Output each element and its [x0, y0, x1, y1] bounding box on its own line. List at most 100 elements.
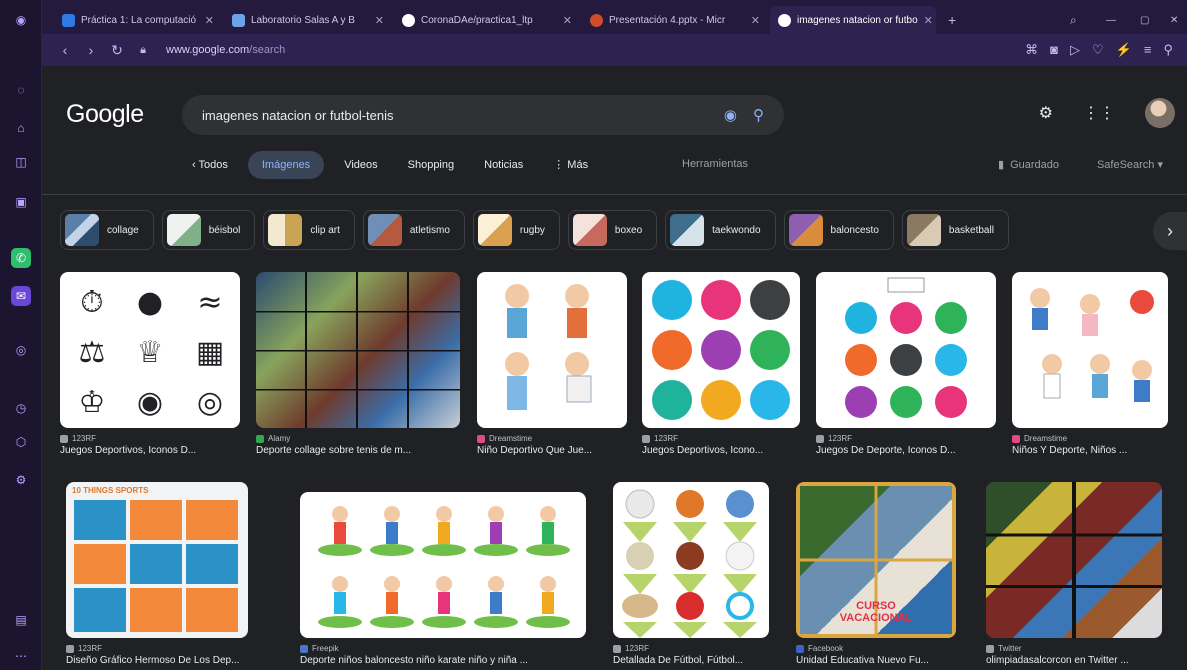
close-icon[interactable]: ✕	[205, 14, 214, 27]
related-chip[interactable]: taekwondo	[665, 210, 776, 250]
tab-images[interactable]: Imágenes	[247, 151, 325, 179]
chip-label: collage	[107, 224, 139, 236]
image-result[interactable]: CURSO VACACIONAL Facebook Unidad Educati…	[796, 482, 956, 666]
search-box[interactable]: imagenes natacion or futbol-tenis ◉ ⚲	[182, 95, 784, 135]
related-chip[interactable]: basketball	[901, 210, 1009, 250]
minimize-icon[interactable]: —	[1098, 6, 1128, 34]
chevron-right-icon[interactable]: ›	[1153, 212, 1187, 250]
more-icon[interactable]: ⋯	[11, 646, 31, 666]
search-input[interactable]: imagenes natacion or futbol-tenis	[202, 108, 394, 123]
image-result[interactable]: Freepik Deporte niños baloncesto niño ka…	[300, 492, 586, 666]
source-label: Alamy	[268, 434, 291, 443]
related-chip[interactable]: rugby	[472, 210, 560, 250]
image-result[interactable]: 123RF Detallada De Fútbol, Fútbol...	[613, 482, 769, 666]
image-result[interactable]: Dreamstime Niño Deportivo Que Jue...	[477, 272, 627, 456]
google-logo[interactable]: Google	[66, 100, 144, 129]
lens-icon[interactable]: ◉	[724, 106, 737, 124]
forward-icon[interactable]: ›	[78, 42, 104, 58]
account-icon[interactable]: ⚲	[1163, 42, 1173, 58]
tab-5-active[interactable]: imagenes natacion or futbo ✕	[770, 6, 936, 34]
tab-1[interactable]: Práctica 1: La computació ✕	[54, 6, 222, 34]
wallet-icon[interactable]: ⚡	[1116, 42, 1132, 58]
related-chip[interactable]: boxeo	[567, 210, 658, 250]
tab-news[interactable]: Noticias	[474, 151, 533, 179]
camera-icon[interactable]: ◙	[1050, 42, 1058, 58]
source-label: Dreamstime	[1024, 434, 1068, 443]
image-result[interactable]: Dreamstime Niños Y Deporte, Niños ...	[1012, 272, 1168, 456]
ext-icon[interactable]: ▣	[11, 192, 31, 212]
play-icon[interactable]: ▷	[1070, 42, 1080, 58]
svg-text:◎: ◎	[197, 385, 223, 420]
result-caption[interactable]: Niños Y Deporte, Niños ...	[1012, 445, 1168, 456]
search-icon[interactable]: ⚲	[753, 106, 764, 124]
crypto-wallet-icon[interactable]: ◫	[11, 152, 31, 172]
settings-icon[interactable]: ⚙	[11, 470, 31, 490]
result-caption[interactable]: Juegos Deportivos, Icono...	[642, 445, 800, 456]
result-caption[interactable]: Juegos De Deporte, Iconos D...	[816, 445, 996, 456]
maximize-icon[interactable]: ▢	[1132, 6, 1162, 34]
tab-all[interactable]: ‹ Todos	[182, 151, 238, 179]
result-caption[interactable]: Deporte collage sobre tenis de m...	[256, 445, 460, 456]
close-icon[interactable]: ✕	[924, 14, 933, 27]
image-result[interactable]: 10 THINGS SPORTS 123RF Diseño Gráfico He…	[66, 482, 248, 666]
result-caption[interactable]: Detallada De Fútbol, Fútbol...	[613, 655, 769, 666]
close-icon[interactable]: ✕	[751, 14, 760, 27]
safesearch-button[interactable]: SafeSearch ▾	[1097, 158, 1163, 171]
search-tabs-icon[interactable]: ⌕	[1062, 6, 1092, 34]
settings-gear-icon[interactable]: ⚙	[1039, 103, 1053, 123]
result-caption[interactable]: Diseño Gráfico Hermoso De Los Dep...	[66, 655, 248, 666]
bag-icon[interactable]: ⌂	[11, 118, 31, 138]
image-result[interactable]: 123RF Juegos De Deporte, Iconos D...	[816, 272, 996, 456]
result-caption[interactable]: olimpiadasalcorcon en Twitter ...	[986, 655, 1162, 666]
tab-3[interactable]: CoronaDAe/practica1_ltp ✕	[394, 6, 580, 34]
player-icon[interactable]: ◎	[11, 340, 31, 360]
related-chip[interactable]: collage	[60, 210, 154, 250]
avatar[interactable]	[1145, 98, 1175, 128]
result-caption[interactable]: Deporte niños baloncesto niño karate niñ…	[300, 655, 586, 666]
whatsapp-icon[interactable]: ✆	[11, 248, 31, 268]
extensions-icon[interactable]: ⬡	[11, 432, 31, 452]
heart-icon[interactable]: ♡	[1092, 42, 1104, 58]
reload-icon[interactable]: ↻	[104, 42, 130, 59]
result-caption[interactable]: Unidad Educativa Nuevo Fu...	[796, 655, 956, 666]
related-chip[interactable]: clip art	[263, 210, 355, 250]
related-chip[interactable]: baloncesto	[783, 210, 894, 250]
source-label: Facebook	[808, 644, 844, 653]
tab-4[interactable]: Presentación 4.pptx - Micr ✕	[582, 6, 768, 34]
back-icon[interactable]: ‹	[52, 42, 78, 58]
related-chip[interactable]: atletismo	[362, 210, 465, 250]
tab-shopping[interactable]: Shopping	[398, 151, 465, 179]
saved-button[interactable]: ▮ Guardado	[998, 158, 1059, 172]
related-chip[interactable]: béisbol	[161, 210, 256, 250]
menu-icon[interactable]: ≡	[1144, 42, 1152, 58]
image-result[interactable]: Twitter olimpiadasalcorcon en Twitter ..…	[986, 482, 1162, 666]
image-result[interactable]: ⏱ ● ≈ ⚖ ♕ ▦ ♔ ◉ ◎ 123RF Juegos Deportivos, Ico…	[60, 272, 240, 456]
speed-dial-icon[interactable]: ◌	[11, 80, 31, 100]
close-icon[interactable]: ✕	[375, 14, 384, 27]
chip-label: rugby	[519, 224, 545, 236]
sport-balls-illustration	[622, 489, 757, 638]
tab-label: CoronaDAe/practica1_ltp	[421, 14, 533, 26]
source-label: Freepik	[312, 644, 339, 653]
tab-videos[interactable]: Videos	[334, 151, 387, 179]
opera-logo-icon[interactable]: ◉	[11, 10, 31, 30]
close-icon[interactable]: ✕	[563, 14, 572, 27]
tools-button[interactable]: Herramientas	[682, 158, 748, 170]
apps-grid-icon[interactable]: ⋮⋮	[1083, 103, 1115, 123]
result-caption[interactable]: Niño Deportivo Que Jue...	[477, 445, 627, 456]
result-caption[interactable]: Juegos Deportivos, Iconos D...	[60, 445, 240, 456]
close-window-icon[interactable]: ✕	[1162, 6, 1186, 34]
chip-label: béisbol	[208, 224, 241, 236]
history-icon[interactable]: ◷	[11, 398, 31, 418]
round-sport-icons-illustration	[845, 277, 967, 418]
new-tab-button[interactable]: +	[940, 6, 964, 34]
messenger-icon[interactable]: ✉	[11, 286, 31, 306]
url-field[interactable]: www.google.com/search	[166, 44, 285, 56]
image-result[interactable]: Alamy Deporte collage sobre tenis de m..…	[256, 272, 460, 456]
image-result[interactable]: 123RF Juegos Deportivos, Icono...	[642, 272, 800, 456]
tab-2[interactable]: Laboratorio Salas A y B ✕	[224, 6, 392, 34]
pinboard-icon[interactable]: ▤	[11, 610, 31, 630]
tab-more[interactable]: ⋮ Más	[543, 151, 598, 179]
saved-label: Guardado	[1010, 158, 1059, 171]
translate-icon[interactable]: ⌘	[1025, 42, 1038, 58]
